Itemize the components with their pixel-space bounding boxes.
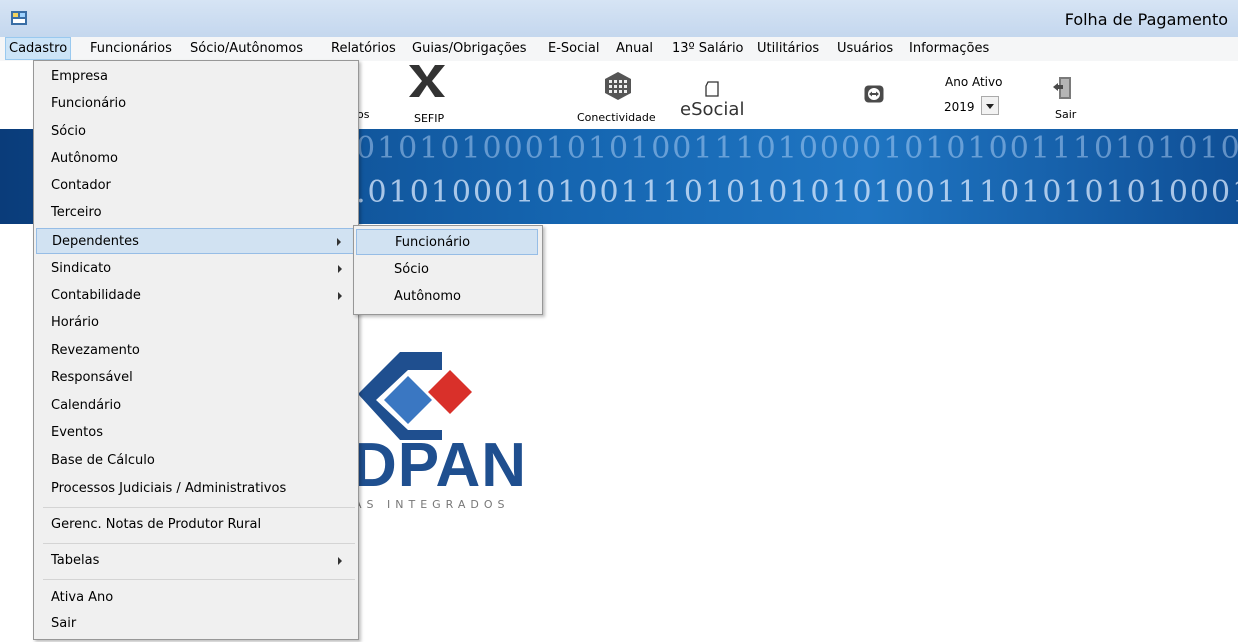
menu-item-gerenc-notas[interactable]: Gerenc. Notas de Produtor Rural — [36, 512, 354, 538]
menu-item-responsavel[interactable]: Responsável — [36, 365, 354, 391]
sair-toolbar-button[interactable]: Sair — [1045, 61, 1085, 129]
menu-item-contador[interactable]: Contador — [36, 173, 354, 199]
menu-funcionarios[interactable]: Funcionários — [90, 37, 172, 60]
submenu-item-funcionario[interactable]: Funcionário — [356, 229, 538, 255]
menu-relatorios[interactable]: Relatórios — [331, 37, 396, 60]
menu-item-terceiro[interactable]: Terceiro — [36, 200, 354, 226]
menu-informacoes[interactable]: Informações — [909, 37, 989, 60]
submenu-arrow-icon — [338, 557, 342, 565]
title-bar: Folha de Pagamento — [0, 0, 1238, 37]
menu-socio-autonomos[interactable]: Sócio/Autônomos — [190, 37, 303, 60]
submenu-item-socio[interactable]: Sócio — [356, 257, 538, 283]
menu-item-dependentes[interactable]: Dependentes — [36, 228, 354, 254]
esocial-button[interactable]: eSocial — [680, 61, 750, 129]
menu-separator — [43, 507, 355, 508]
menu-item-empresa[interactable]: Empresa — [36, 64, 354, 90]
menu-item-autonomo[interactable]: Autônomo — [36, 146, 354, 172]
binary-line-2: .010100010100111010101010100111010101010… — [356, 175, 1238, 210]
menu-item-contabilidade[interactable]: Contabilidade — [36, 283, 354, 309]
menu-item-eventos[interactable]: Eventos — [36, 420, 354, 446]
sair-toolbar-label: Sair — [1055, 108, 1077, 121]
logo-mark — [358, 352, 472, 440]
menu-item-tabelas[interactable]: Tabelas — [36, 548, 354, 574]
menu-item-sindicato[interactable]: Sindicato — [36, 256, 354, 282]
conectividade-label: Conectividade — [577, 111, 656, 124]
menu-item-revezamento[interactable]: Revezamento — [36, 338, 354, 364]
menu-13-salario[interactable]: 13º Salário — [672, 37, 744, 60]
logo-subtitle: AS INTEGRADOS — [354, 498, 510, 511]
window-title: Folha de Pagamento — [1064, 10, 1228, 29]
menu-item-calendario[interactable]: Calendário — [36, 393, 354, 419]
menu-item-ativa-ano[interactable]: Ativa Ano — [36, 585, 354, 611]
app-icon[interactable] — [11, 11, 27, 25]
sefip-icon — [409, 65, 445, 101]
menu-usuarios[interactable]: Usuários — [837, 37, 893, 60]
menu-item-horario[interactable]: Horário — [36, 310, 354, 336]
menu-anual[interactable]: Anual — [616, 37, 653, 60]
ano-ativo-select[interactable]: 2019 — [944, 95, 1001, 117]
dependentes-submenu: Funcionário Sócio Autônomo — [353, 225, 543, 315]
menu-cadastro[interactable]: Cadastro — [5, 37, 72, 60]
submenu-arrow-icon — [337, 238, 341, 246]
menu-item-base-de-calculo[interactable]: Base de Cálculo — [36, 448, 354, 474]
submenu-arrow-icon — [338, 265, 342, 273]
sefip-button[interactable]: SEFIP — [405, 61, 455, 129]
teamviewer-button[interactable] — [864, 85, 884, 103]
company-logo: DPAN AS INTEGRADOS — [340, 340, 580, 511]
menu-item-processos-judiciais[interactable]: Processos Judiciais / Administrativos — [36, 476, 354, 502]
menu-e-social[interactable]: E-Social — [548, 37, 599, 60]
menu-bar: Cadastro Funcionários Sócio/Autônomos Re… — [0, 37, 1238, 61]
chevron-down-icon[interactable] — [981, 96, 999, 115]
binary-line-1: 0101010001010100111010000101010011101010… — [356, 131, 1238, 166]
cadastro-menu: Empresa Funcionário Sócio Autônomo Conta… — [33, 60, 359, 640]
menu-item-funcionario[interactable]: Funcionário — [36, 91, 354, 117]
esocial-icon — [704, 81, 720, 101]
menu-item-sair[interactable]: Sair — [36, 611, 354, 637]
menu-guias-obrigacoes[interactable]: Guias/Obrigações — [412, 37, 527, 60]
logo-text: DPAN — [352, 431, 528, 500]
teamviewer-icon — [864, 85, 884, 103]
menu-separator — [43, 543, 355, 544]
esocial-label: eSocial — [680, 99, 745, 120]
submenu-arrow-icon — [338, 292, 342, 300]
submenu-item-autonomo[interactable]: Autônomo — [356, 284, 538, 310]
sefip-label: SEFIP — [414, 112, 445, 125]
ano-ativo-value: 2019 — [944, 100, 975, 114]
menu-separator — [43, 579, 355, 580]
conectividade-icon — [605, 72, 631, 104]
ano-ativo-label: Ano Ativo — [945, 75, 1003, 89]
exit-door-icon — [1053, 76, 1073, 104]
conectividade-button[interactable]: Conectividade — [575, 61, 665, 129]
menu-utilitarios[interactable]: Utilitários — [757, 37, 819, 60]
menu-item-socio[interactable]: Sócio — [36, 119, 354, 145]
